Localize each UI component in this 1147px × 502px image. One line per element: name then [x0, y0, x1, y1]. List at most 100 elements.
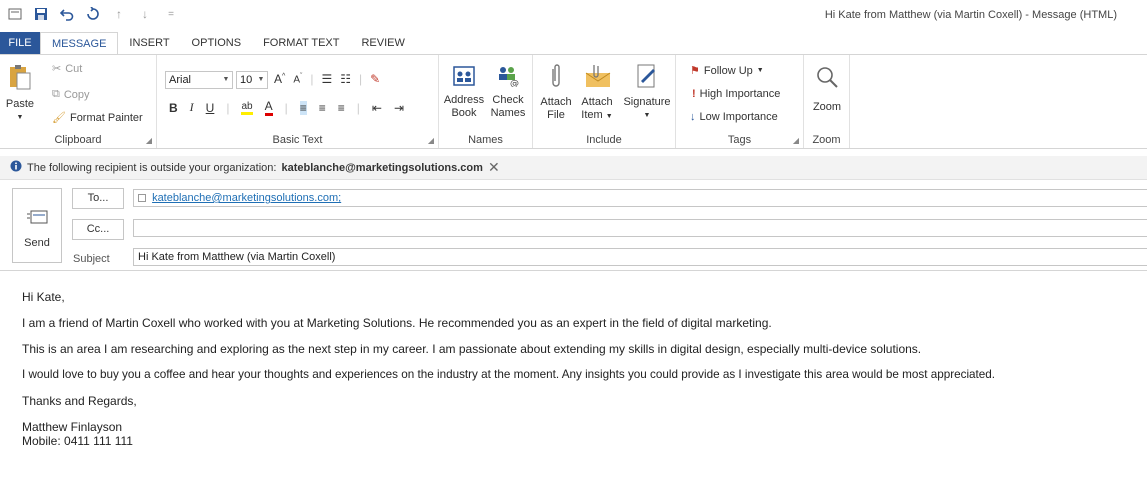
include-group: Attach File Attach Item ▼ Signature ▼ In… [533, 55, 676, 148]
customize-qat-icon[interactable]: = [164, 7, 178, 21]
tab-file[interactable]: FILE [0, 32, 40, 54]
subject-field[interactable]: Hi Kate from Matthew (via Martin Coxell) [133, 248, 1147, 266]
follow-up-label: Follow Up [703, 64, 753, 77]
address-book-button[interactable]: Address Book [443, 65, 485, 120]
redo-icon[interactable] [86, 7, 100, 21]
clipboard-launcher-icon[interactable]: ◢ [146, 136, 152, 145]
address-book-label-2: Book [451, 107, 477, 119]
tab-review[interactable]: REVIEW [350, 32, 415, 54]
high-importance-label: High Importance [699, 88, 781, 100]
attach-item-dropdown-icon[interactable]: ▼ [606, 113, 613, 120]
decrease-indent-icon[interactable]: ⇤ [372, 101, 382, 115]
cc-field[interactable] [133, 219, 1147, 237]
follow-up-button[interactable]: ⚑ Follow Up ▼ [690, 64, 764, 78]
cut-label: Cut [65, 62, 83, 75]
tab-format-text[interactable]: FORMAT TEXT [252, 32, 350, 54]
include-label: Include [586, 134, 622, 146]
send-button[interactable]: Send [12, 188, 62, 263]
numbering-icon[interactable]: ☷ [340, 72, 351, 86]
highlight-icon[interactable]: ab [241, 101, 253, 115]
format-painter-button[interactable]: 🖌 Format Painter [52, 111, 143, 125]
send-icon [27, 209, 49, 228]
bold-icon[interactable]: B [169, 101, 178, 115]
tab-insert[interactable]: INSERT [118, 32, 180, 54]
zoom-group-label: Zoom [812, 134, 841, 146]
align-right-icon[interactable]: ≡ [338, 101, 345, 115]
signature-button[interactable]: Signature ▼ [621, 63, 673, 122]
font-size-combo[interactable]: 10 ▼ [236, 71, 268, 89]
check-names-button[interactable]: @ Check Names [487, 65, 529, 120]
follow-up-dropdown-icon[interactable]: ▼ [757, 67, 764, 74]
cc-button[interactable]: Cc... [72, 219, 124, 240]
align-left-icon[interactable]: ≡ [299, 100, 307, 115]
basic-text-label: Basic Text [272, 134, 323, 146]
high-importance-button[interactable]: ! High Importance [692, 88, 780, 100]
grow-font-icon[interactable]: A^ [274, 72, 285, 86]
up-arrow-icon[interactable]: ↑ [112, 7, 126, 21]
clear-formatting-icon[interactable]: ✎ [370, 72, 380, 86]
exclamation-icon: ! [692, 88, 696, 100]
external-recipient-infobar: The following recipient is outside your … [0, 156, 1147, 180]
down-arrow-importance-icon: ↓ [690, 111, 696, 123]
ribbon: Paste ▼ ✂ Cut ⧉ Copy 🖌 Format Painter Cl… [0, 54, 1147, 149]
format-painter-label: Format Painter [69, 111, 143, 124]
zoom-button[interactable]: Zoom [808, 65, 846, 114]
down-arrow-icon[interactable]: ↓ [138, 7, 152, 21]
font-color-icon[interactable]: A [264, 99, 273, 116]
copy-label: Copy [63, 88, 90, 101]
title-bar: ↑ ↓ = Hi Kate from Matthew (via Martin C… [0, 0, 1147, 32]
basic-text-launcher-icon[interactable]: ◢ [428, 136, 434, 145]
font-name-value: Arial [169, 74, 192, 86]
paste-button[interactable]: Paste ▼ [4, 63, 36, 124]
shrink-font-icon[interactable]: Aˇ [293, 73, 302, 85]
body-signature-name: Matthew Finlayson [22, 420, 123, 434]
paintbrush-icon: 🖌 [52, 112, 66, 124]
subject-label: Subject [73, 253, 110, 265]
address-book-label-1: Address [443, 94, 485, 106]
attach-item-button[interactable]: Attach Item ▼ [577, 63, 617, 123]
outlook-icon[interactable] [8, 7, 22, 21]
clipboard-label: Clipboard [54, 134, 102, 146]
close-icon[interactable]: ✕ [488, 159, 500, 176]
flag-icon: ⚑ [690, 65, 700, 77]
cut-button[interactable]: ✂ Cut [52, 62, 83, 76]
underline-icon[interactable]: U [206, 101, 215, 115]
to-field[interactable]: kateblanche@marketingsolutions.com; [133, 189, 1147, 207]
clipboard-group: Paste ▼ ✂ Cut ⧉ Copy 🖌 Format Painter Cl… [0, 55, 157, 148]
font-name-combo[interactable]: Arial ▼ [165, 71, 233, 89]
paste-label: Paste [5, 98, 35, 110]
attach-file-button[interactable]: Attach File [539, 63, 573, 122]
format-row: B I U | ab A | ≡ ≡ ≡ | ⇤ ⇥ [169, 99, 405, 116]
align-center-icon[interactable]: ≡ [319, 101, 326, 115]
signature-dropdown-icon[interactable]: ▼ [621, 109, 673, 122]
italic-icon[interactable]: I [190, 100, 194, 115]
to-button[interactable]: To... [72, 188, 124, 209]
message-body[interactable]: Hi Kate, I am a friend of Martin Coxell … [22, 290, 1142, 448]
font-size-dropdown-icon[interactable]: ▼ [255, 72, 267, 88]
to-field-value: kateblanche@marketingsolutions.com; [152, 192, 342, 204]
undo-icon[interactable] [60, 7, 74, 21]
save-icon[interactable] [34, 7, 48, 21]
check-names-icon: @ [487, 65, 529, 91]
increase-indent-icon[interactable]: ⇥ [394, 101, 404, 115]
paperclip-icon [539, 63, 573, 93]
paste-dropdown-icon[interactable]: ▼ [4, 111, 36, 124]
body-closing: Thanks and Regards, [22, 394, 137, 408]
tags-label: Tags [727, 134, 752, 146]
low-importance-button[interactable]: ↓ Low Importance [690, 111, 778, 123]
tab-message[interactable]: MESSAGE [40, 32, 119, 54]
tags-group: ⚑ Follow Up ▼ ! High Importance ↓ Low Im… [676, 55, 804, 148]
message-header: Send To... kateblanche@marketingsolution… [0, 181, 1147, 271]
bullets-icon[interactable]: ☰ [321, 72, 332, 86]
ribbon-tabs: FILE MESSAGE INSERT OPTIONS FORMAT TEXT … [0, 32, 1147, 54]
body-paragraph-3: I would love to buy you a coffee and hea… [22, 368, 996, 381]
copy-icon: ⧉ [52, 88, 60, 100]
signature-icon [621, 63, 673, 93]
attach-file-label-1: Attach [540, 96, 572, 108]
font-dropdown-icon[interactable]: ▼ [220, 72, 232, 88]
copy-button[interactable]: ⧉ Copy [52, 88, 90, 101]
tab-options[interactable]: OPTIONS [181, 32, 253, 54]
window-title: Hi Kate from Matthew (via Martin Coxell)… [824, 9, 1117, 21]
tags-launcher-icon[interactable]: ◢ [793, 136, 799, 145]
attach-item-label-row: Item ▼ [577, 109, 617, 123]
